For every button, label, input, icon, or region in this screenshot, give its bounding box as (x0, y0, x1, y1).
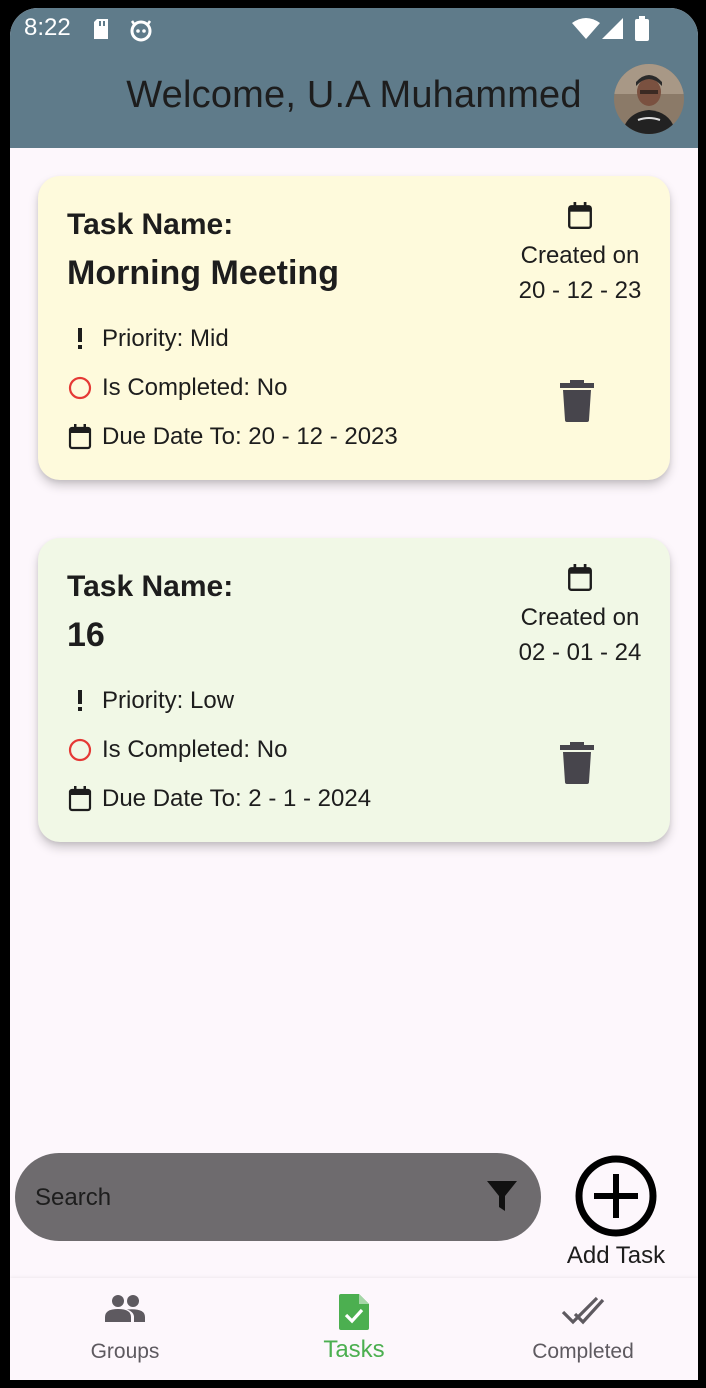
app-screen: 8:22 Welcome, U.A Muhammed Task Name: Mo… (10, 8, 698, 1380)
bottom-navigation: Groups Tasks Completed (10, 1278, 698, 1380)
groups-icon (105, 1295, 145, 1322)
welcome-title: Welcome, U.A Muhammed (126, 74, 582, 116)
search-bar (15, 1153, 541, 1243)
created-info: Created on 02 - 01 - 24 (500, 564, 660, 670)
battery-icon (635, 16, 649, 41)
created-label: Created on (520, 604, 640, 631)
search-input[interactable] (33, 1153, 477, 1243)
nav-groups[interactable]: Groups (25, 1278, 225, 1380)
task-name-label: Task Name: (67, 208, 234, 241)
due-date-text: Due Date To: 2 - 1 - 2024 (102, 785, 372, 812)
priority-row: Priority: Mid (67, 324, 229, 354)
task-card[interactable]: Task Name: 16 Priority: Low Is Completed… (38, 538, 670, 842)
wifi-icon (572, 18, 600, 39)
task-card[interactable]: Task Name: Morning Meeting Priority: Mid… (38, 176, 670, 480)
task-name: 16 (67, 616, 105, 654)
completed-row: Is Completed: No (67, 735, 287, 765)
sd-card-icon (94, 19, 108, 39)
priority-text: Priority: Mid (102, 325, 229, 352)
created-label: Created on (520, 242, 640, 269)
priority-high-icon (67, 688, 93, 714)
nav-groups-label: Groups (90, 1340, 160, 1363)
calendar-icon (568, 564, 592, 592)
nav-completed-label: Completed (532, 1340, 634, 1363)
add-task-button[interactable] (574, 1154, 658, 1238)
nav-completed[interactable]: Completed (483, 1278, 683, 1380)
add-task-label: Add Task (566, 1242, 666, 1269)
android-icon (130, 20, 152, 42)
priority-high-icon (67, 326, 93, 352)
task-check-icon (339, 1294, 369, 1330)
created-info: Created on 20 - 12 - 23 (500, 202, 660, 308)
delete-icon[interactable] (560, 380, 594, 422)
priority-text: Priority: Low (102, 687, 235, 714)
nav-tasks-label: Tasks (323, 1336, 385, 1363)
created-date: 02 - 01 - 24 (518, 639, 642, 666)
calendar-icon (67, 786, 93, 812)
completed-text: Is Completed: No (102, 374, 288, 401)
avatar[interactable] (614, 64, 684, 134)
circle-outline-icon (67, 375, 93, 401)
done-all-icon (561, 1296, 605, 1325)
calendar-icon (568, 202, 592, 230)
task-name-label: Task Name: (67, 570, 234, 603)
calendar-icon (67, 424, 93, 450)
nav-tasks[interactable]: Tasks (254, 1278, 454, 1380)
completed-text: Is Completed: No (102, 736, 288, 763)
priority-row: Priority: Low (67, 686, 234, 716)
delete-icon[interactable] (560, 742, 594, 784)
filter-icon[interactable] (487, 1181, 517, 1213)
due-date-row: Due Date To: 2 - 1 - 2024 (67, 784, 371, 814)
due-date-text: Due Date To: 20 - 12 - 2023 (102, 423, 398, 450)
task-name: Morning Meeting (67, 254, 339, 292)
app-bar: 8:22 Welcome, U.A Muhammed (10, 8, 698, 148)
circle-outline-icon (67, 737, 93, 763)
created-date: 20 - 12 - 23 (518, 277, 642, 304)
profile-photo-icon (614, 64, 684, 134)
status-time: 8:22 (24, 14, 71, 41)
completed-row: Is Completed: No (67, 373, 287, 403)
cell-signal-icon (602, 18, 623, 39)
due-date-row: Due Date To: 20 - 12 - 2023 (67, 422, 398, 452)
